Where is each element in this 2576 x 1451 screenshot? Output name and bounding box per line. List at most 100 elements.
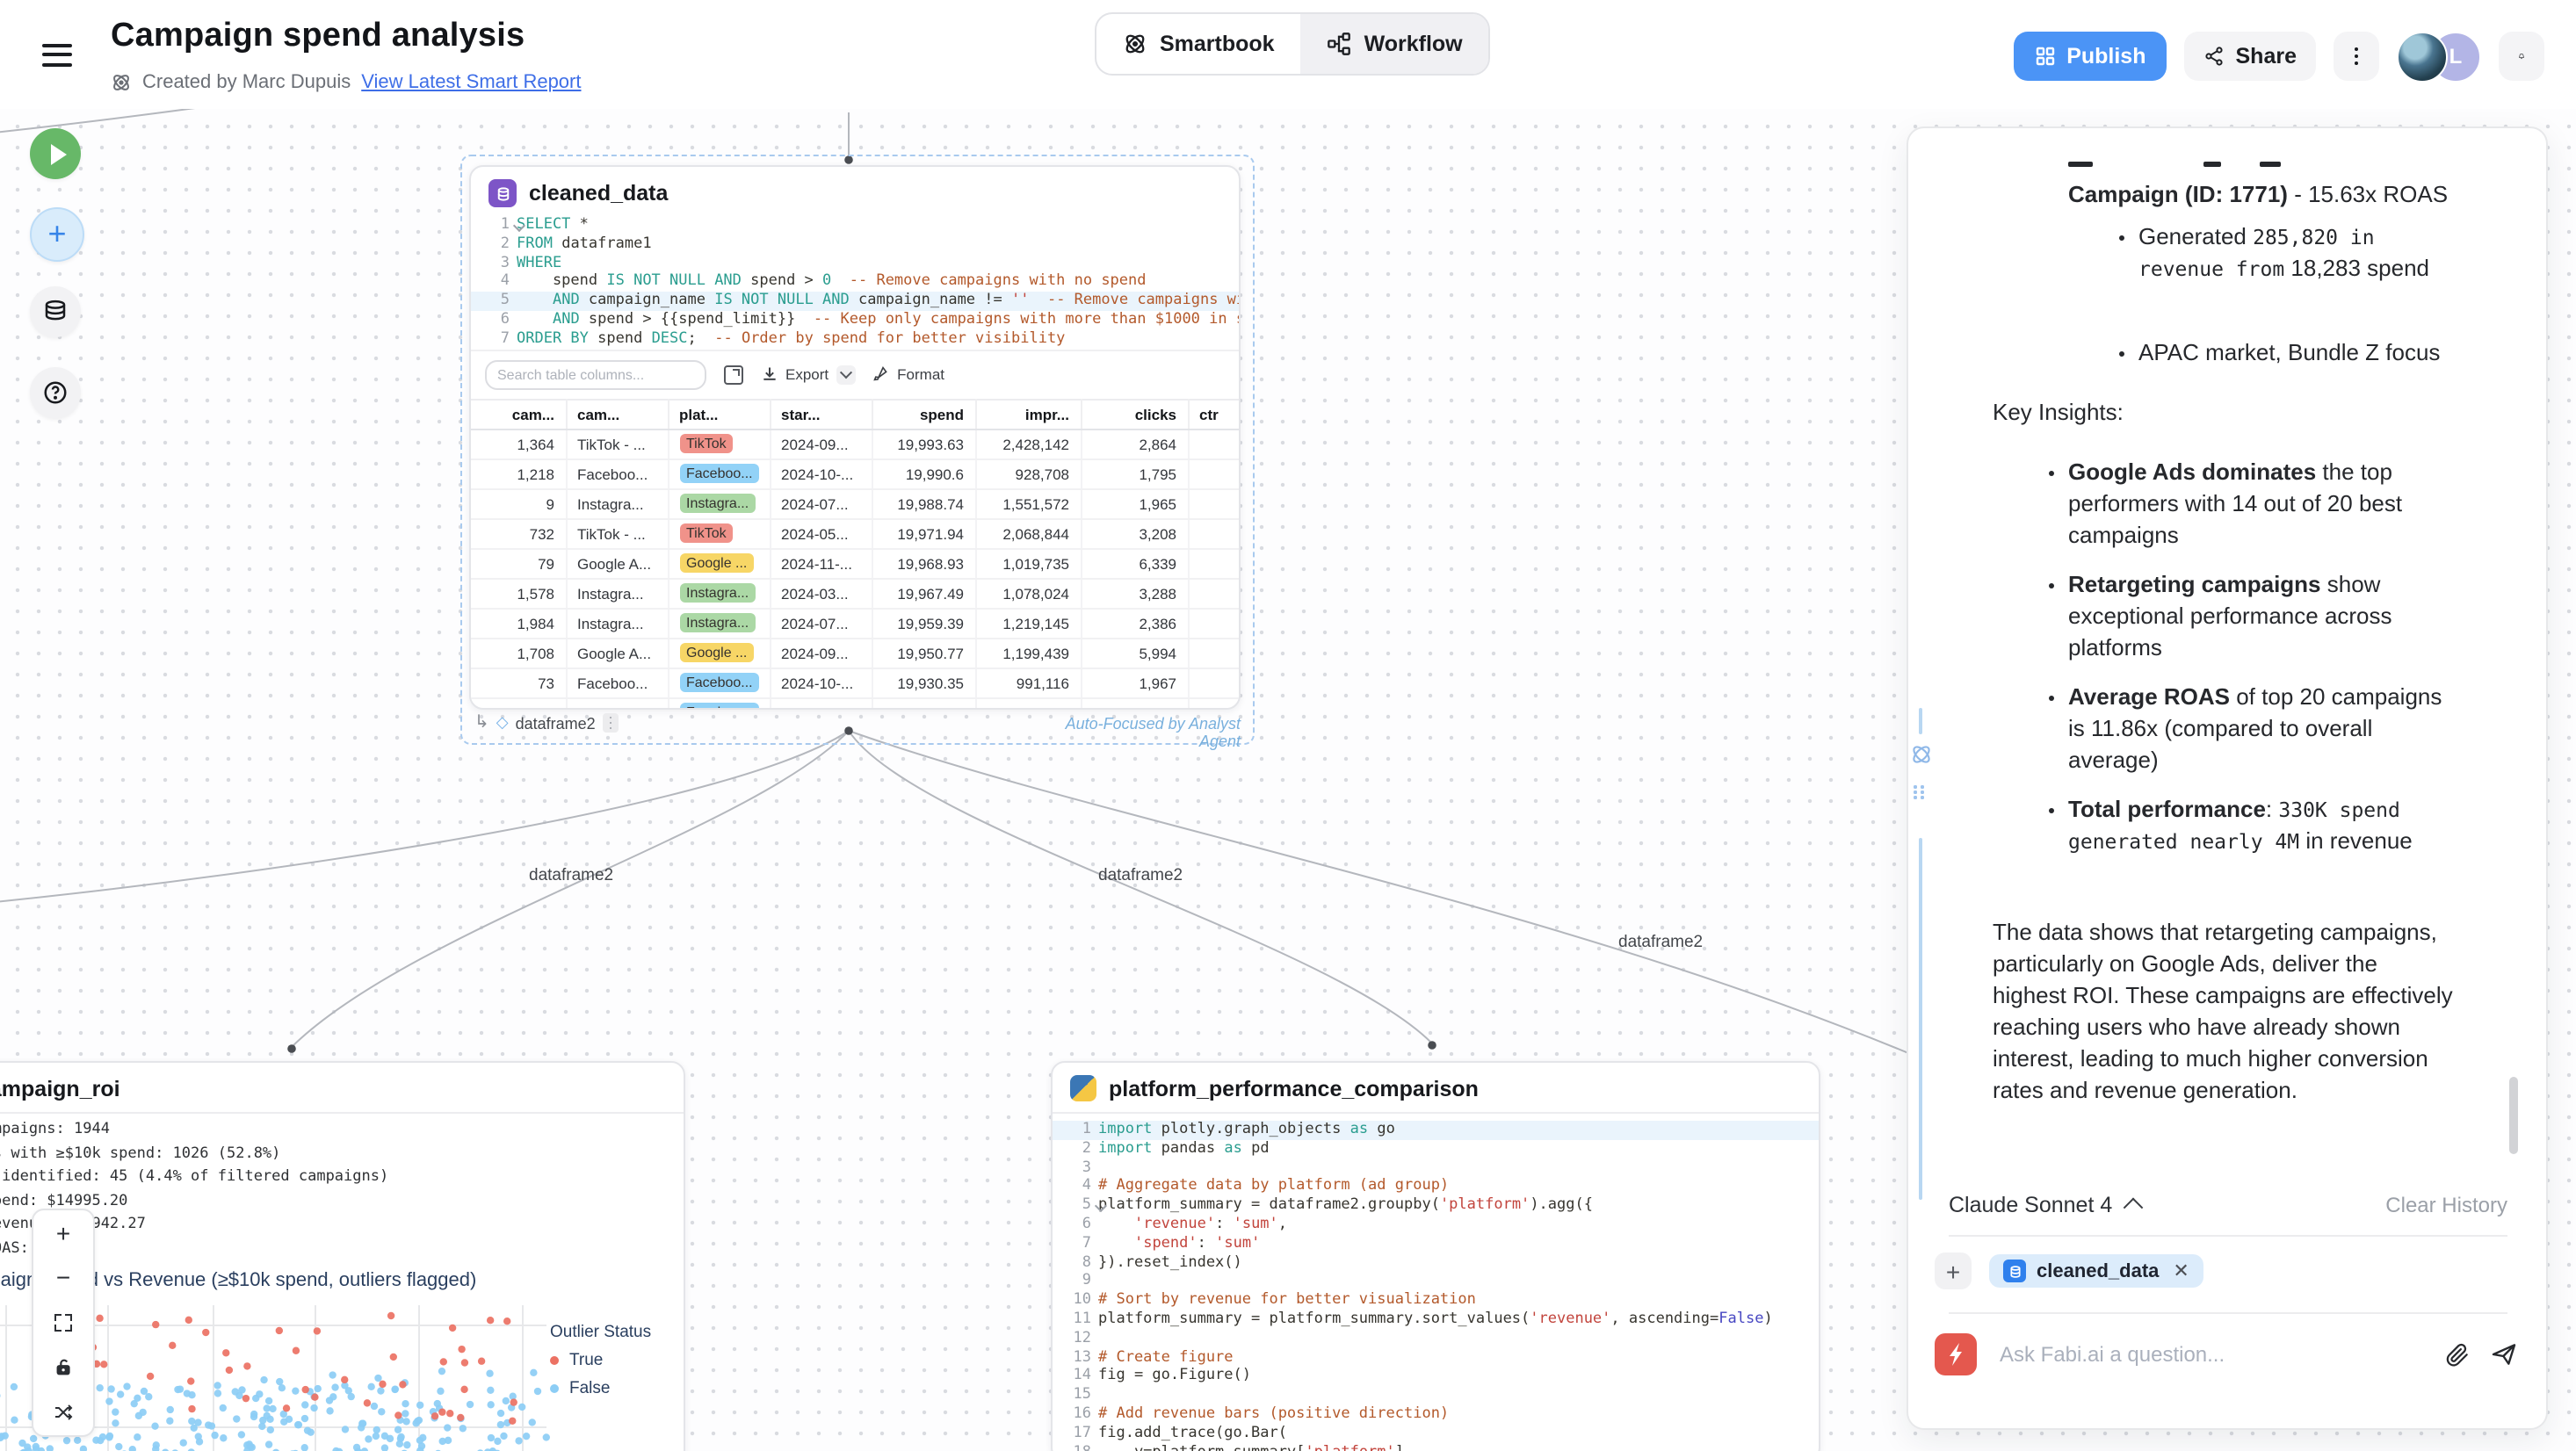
lock-button[interactable]: [33, 1346, 93, 1390]
paperclip-icon: [2444, 1341, 2471, 1368]
more-options-button[interactable]: [2334, 32, 2379, 81]
column-header[interactable]: clicks: [1081, 399, 1188, 429]
share-icon: [2204, 46, 2225, 67]
sql-node-icon: [488, 179, 517, 207]
fabi-logo: [1935, 1333, 1977, 1375]
hamburger-menu-icon[interactable]: [42, 44, 72, 67]
table-row[interactable]: 1,578Instagra...Instagra...2024-03...19,…: [471, 578, 1239, 608]
platform-badge: Google ...: [679, 553, 754, 573]
clear-history-button[interactable]: Clear History: [2385, 1193, 2507, 1217]
model-selector[interactable]: Claude Sonnet 4: [1949, 1193, 2140, 1217]
column-header[interactable]: plat...: [668, 399, 770, 429]
zoom-out-button[interactable]: −: [33, 1255, 93, 1300]
node-title: cleaned_data: [529, 181, 668, 206]
table-row[interactable]: 732TikTok - ...TikTok2024-05...19,971.94…: [471, 518, 1239, 548]
format-pen-icon: [872, 365, 890, 383]
format-label: Format: [897, 365, 944, 383]
context-chip-cleaned-data[interactable]: cleaned_data ✕: [1989, 1254, 2203, 1288]
export-label: Export: [785, 365, 829, 383]
created-by-text: Created by Marc Dupuis: [142, 72, 351, 93]
drag-grip-icon[interactable]: [603, 713, 619, 733]
help-button[interactable]: [30, 367, 81, 418]
panel-scrollbar[interactable]: [2509, 1077, 2518, 1154]
minus-icon: −: [56, 1264, 70, 1292]
sql-code-editor[interactable]: 1SELECT *2FROM dataframe13WHERE4 spend I…: [471, 216, 1239, 349]
column-header[interactable]: star...: [770, 399, 872, 429]
unlock-icon: [54, 1358, 73, 1377]
collaborator-avatars: L: [2397, 31, 2481, 82]
platform-badge: Google ...: [679, 643, 754, 662]
table-row[interactable]: 1,218Faceboo...Faceboo...2024-10-...19,9…: [471, 458, 1239, 488]
tab-workflow[interactable]: Workflow: [1301, 14, 1489, 74]
tab-smartbook[interactable]: Smartbook: [1096, 14, 1301, 74]
table-row[interactable]: 1,708Google A...Google ...2024-09...19,9…: [471, 638, 1239, 668]
node-output-tag[interactable]: ↳ ◇ dataframe2: [474, 713, 619, 733]
node-campaign-roi[interactable]: campaign_roi Total campaigns: 1944 Campa…: [0, 1061, 685, 1451]
add-node-button[interactable]: +: [30, 207, 84, 262]
send-button[interactable]: [2490, 1340, 2518, 1368]
run-workflow-button[interactable]: [30, 128, 81, 179]
table-row[interactable]: 1,364TikTok - ...TikTok2024-09...19,993.…: [471, 429, 1239, 458]
legend-item-false[interactable]: False: [550, 1379, 651, 1398]
notifications-button[interactable]: [2499, 32, 2544, 81]
avatar[interactable]: [2397, 31, 2448, 82]
sql-table-icon: [2003, 1260, 2026, 1282]
export-chevron[interactable]: [836, 365, 855, 384]
data-sources-button[interactable]: [30, 286, 81, 337]
table-row[interactable]: 1,685Faceboo...Faceboo...2024-05...19,92…: [471, 697, 1239, 710]
column-header[interactable]: ctr: [1188, 399, 1239, 429]
table-row[interactable]: 73Faceboo...Faceboo...2024-10-...19,930.…: [471, 668, 1239, 697]
tab-smartbook-label: Smartbook: [1160, 32, 1275, 56]
column-header[interactable]: cam...: [471, 399, 566, 429]
search-input[interactable]: [485, 359, 706, 389]
context-chip-label: cleaned_data: [2037, 1260, 2159, 1281]
platform-badge: Faceboo...: [679, 703, 760, 710]
app-window: Campaign spend analysis Created by Marc …: [0, 0, 2576, 1451]
platform-badge: TikTok: [679, 523, 734, 543]
legend-title: Outlier Status: [550, 1323, 651, 1342]
legend-dot-true: [550, 1356, 559, 1365]
chevron-up-icon: [2124, 1198, 2144, 1218]
ai-message: Campaign (ID: 1771) - 15.63x ROASGenerat…: [1908, 130, 2527, 1184]
publish-button[interactable]: Publish: [2014, 32, 2167, 81]
column-header[interactable]: spend: [872, 399, 975, 429]
column-header[interactable]: cam...: [566, 399, 668, 429]
attach-file-button[interactable]: [2444, 1341, 2471, 1368]
node-platform-performance-comparison[interactable]: platform_performance_comparison 1import …: [1051, 1061, 1820, 1451]
node-header[interactable]: cleaned_data: [471, 167, 1239, 216]
ask-question-input[interactable]: [1996, 1340, 2425, 1368]
table-row[interactable]: 79Google A...Google ...2024-11-...19,968…: [471, 548, 1239, 578]
platform-badge: Faceboo...: [679, 673, 760, 692]
table-row[interactable]: 1,984Instagra...Instagra...2024-07...19,…: [471, 608, 1239, 638]
app-header: Campaign spend analysis Created by Marc …: [0, 0, 2576, 109]
platform-badge: Instagra...: [679, 613, 756, 632]
ai-assistant-panel: Campaign (ID: 1771) - 15.63x ROASGenerat…: [1907, 126, 2548, 1430]
format-button[interactable]: Format: [872, 365, 944, 383]
fit-view-button[interactable]: [33, 1300, 93, 1345]
zoom-in-button[interactable]: +: [33, 1210, 93, 1255]
shuffle-icon: [53, 1402, 74, 1423]
column-header[interactable]: impr...: [975, 399, 1081, 429]
chart-legend[interactable]: Outlier Status True False: [550, 1323, 651, 1398]
header-actions: Publish Share L: [2014, 32, 2544, 81]
edge-label: dataframe2: [1618, 933, 1703, 952]
node-cleaned-data[interactable]: cleaned_data 1SELECT *2FROM dataframe13W…: [469, 165, 1241, 710]
smartbook-atom-icon: [1123, 32, 1147, 56]
auto-layout-button[interactable]: [33, 1390, 93, 1435]
table-toolbar: Export Format: [471, 349, 1239, 398]
ai-message-line: APAC market, Bundle Z focus: [2138, 337, 2448, 369]
legend-dot-false: [550, 1384, 559, 1393]
table-row[interactable]: 9Instagra...Instagra...2024-07...19,988.…: [471, 488, 1239, 518]
expand-table-icon[interactable]: [724, 365, 743, 384]
node-title: campaign_roi: [0, 1076, 120, 1101]
remove-context-icon[interactable]: ✕: [2173, 1260, 2189, 1282]
platform-badge: Faceboo...: [679, 464, 760, 483]
export-button[interactable]: Export: [761, 365, 855, 384]
add-context-button[interactable]: +: [1935, 1252, 1972, 1289]
python-code-editor[interactable]: 1import plotly.graph_objects as go2impor…: [1053, 1121, 1819, 1451]
platform-badge: TikTok: [679, 434, 734, 453]
view-smart-report-link[interactable]: View Latest Smart Report: [361, 72, 581, 93]
results-table[interactable]: cam...cam...plat...star...spendimpr...cl…: [471, 398, 1240, 710]
legend-item-true[interactable]: True: [550, 1351, 651, 1370]
share-button[interactable]: Share: [2185, 32, 2317, 81]
